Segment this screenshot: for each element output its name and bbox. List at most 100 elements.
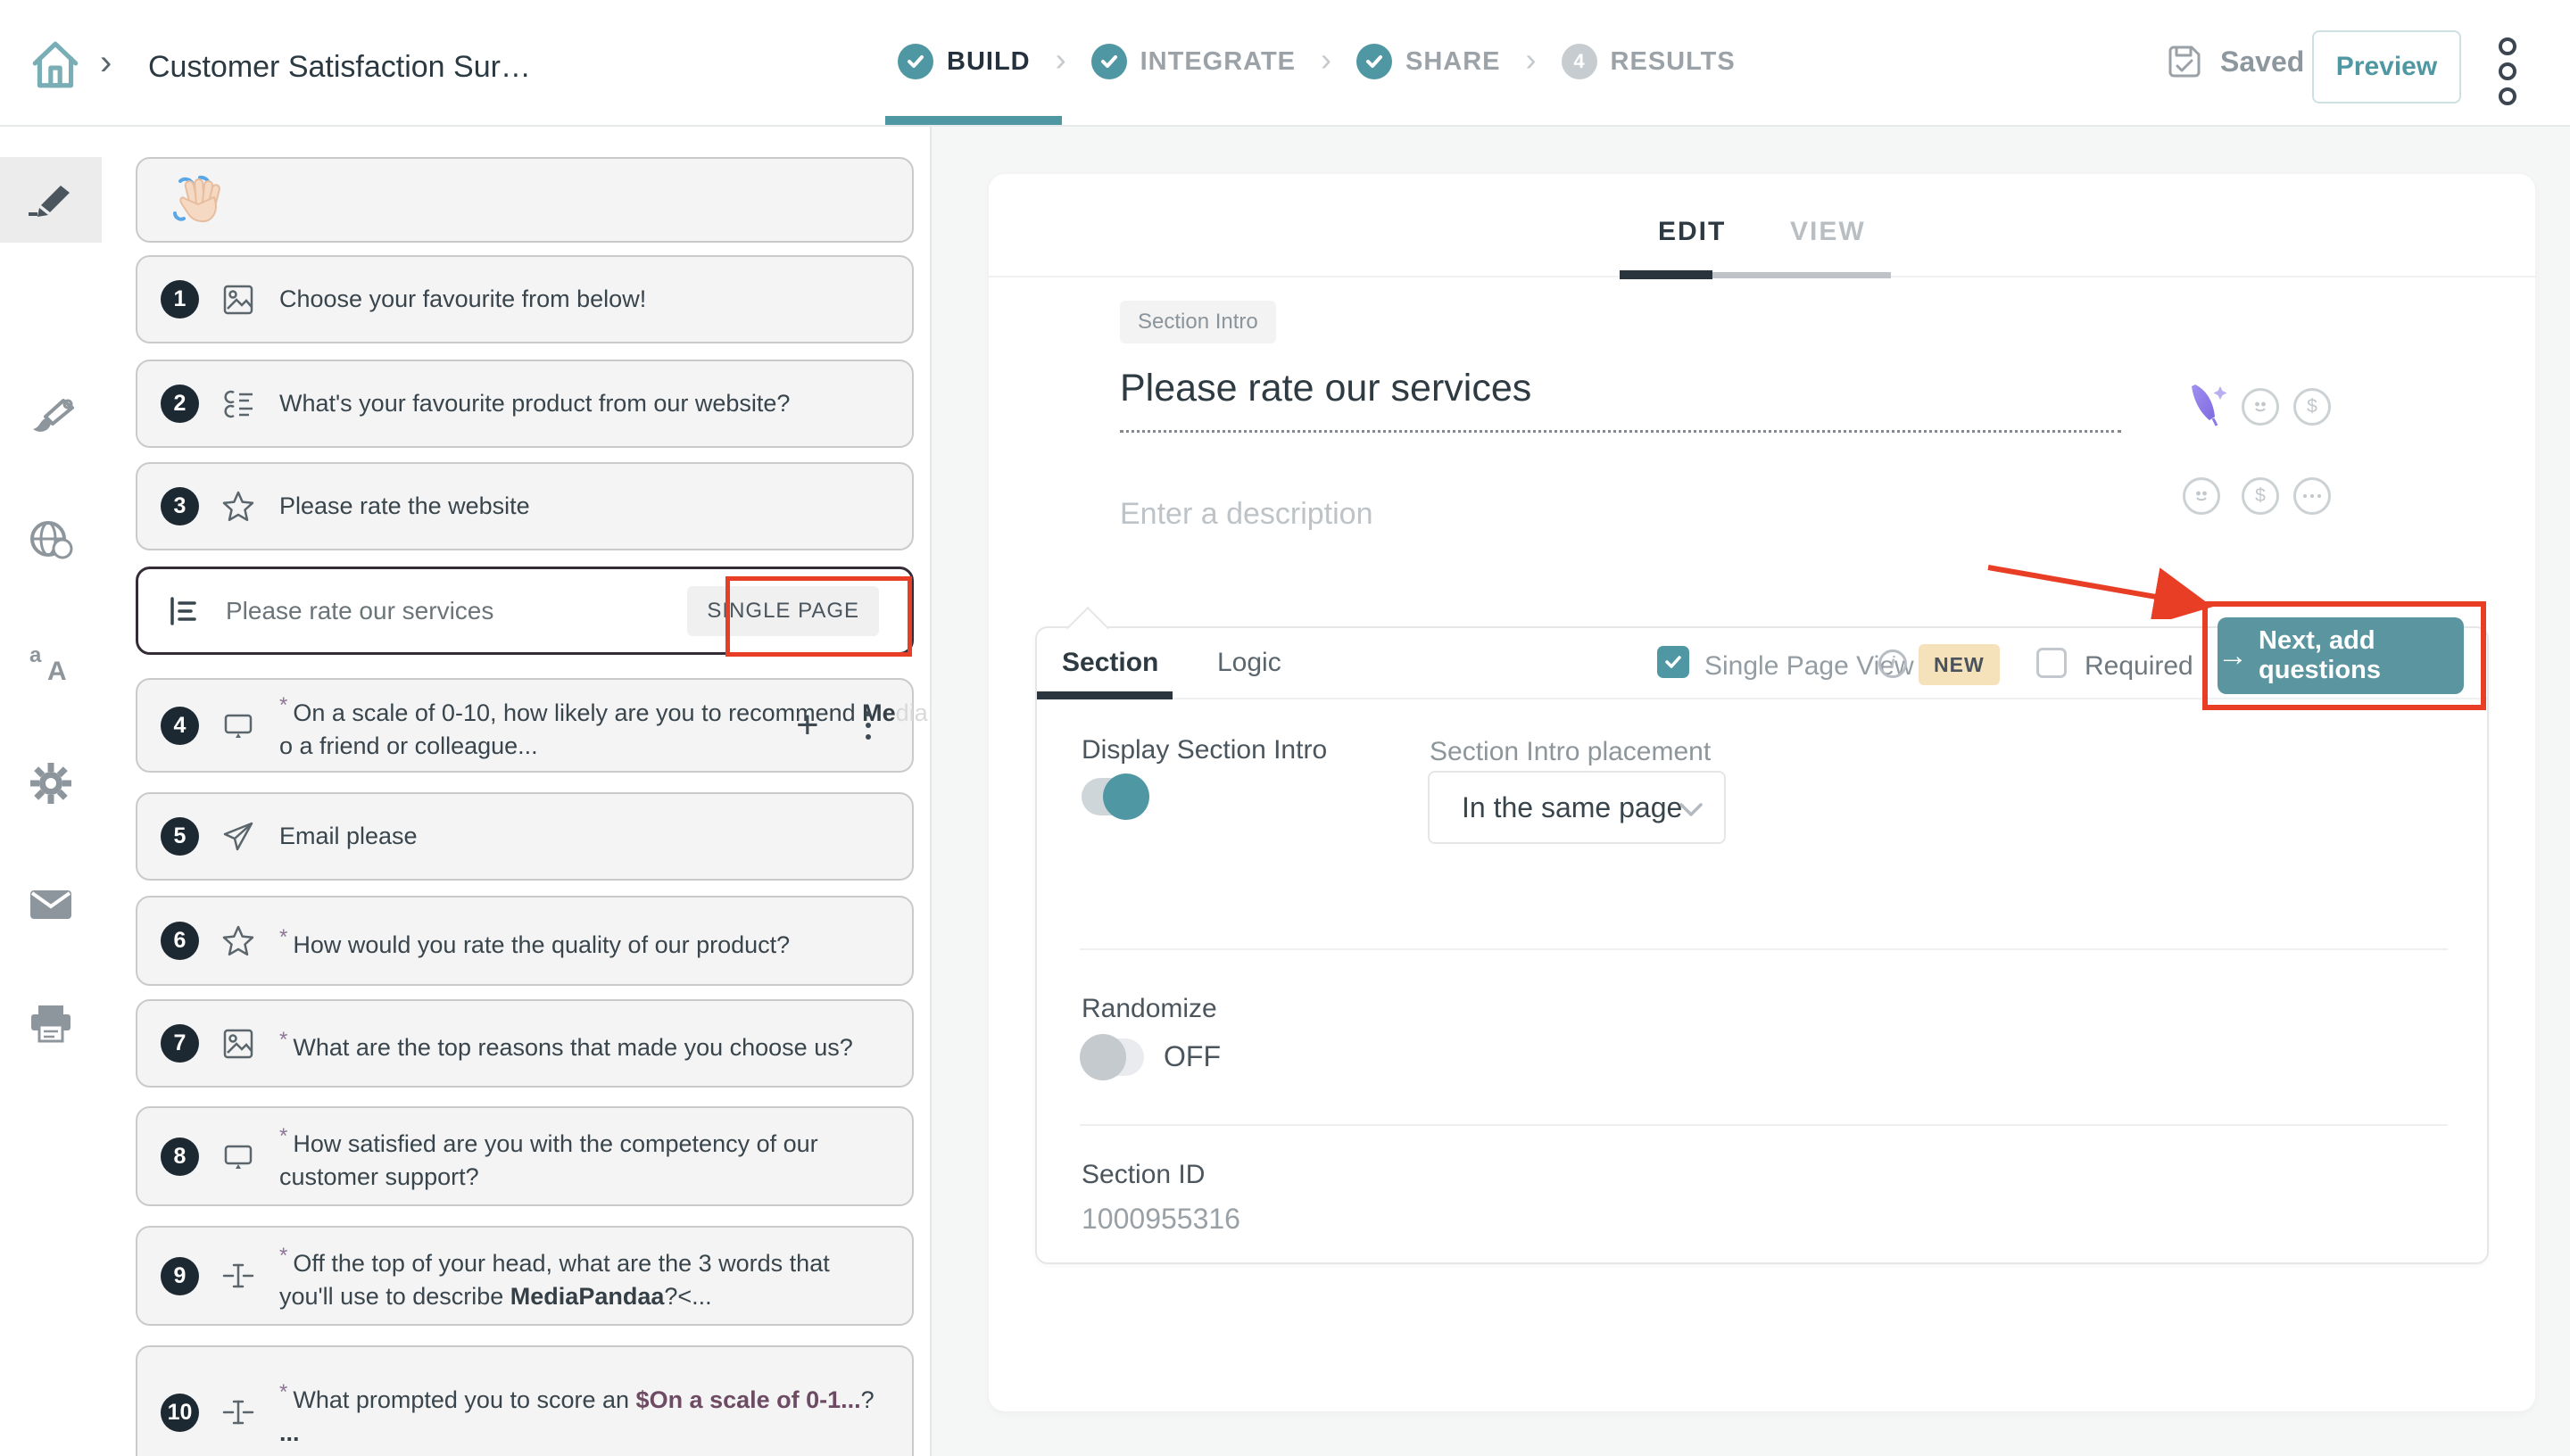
save-status: Saved [2165,0,2304,123]
rail-item-build[interactable] [0,157,102,243]
rail-item-translate[interactable]: a A [0,621,102,707]
required-label[interactable]: Required [2085,651,2193,682]
chevron-down-icon [1679,803,1703,817]
description-placeholder[interactable]: Enter a description [1120,497,1373,532]
home-icon[interactable] [28,37,83,93]
welcome-card[interactable] [136,157,914,243]
rail-item-settings[interactable] [0,740,102,826]
question-text: Choose your favourite from below! [279,283,678,316]
question-card[interactable]: 6 How would you rate the quality of our … [136,896,914,986]
question-number-badge: 7 [161,1024,199,1063]
text-input-icon [219,1393,258,1432]
question-card[interactable]: 10 What prompted you to score an $On a s… [136,1345,914,1456]
question-kebab-icon[interactable] [866,711,871,740]
next-add-questions-button[interactable]: → Next, add questions [2218,617,2464,694]
question-card[interactable]: 7 What are the top reasons that made you… [136,999,914,1088]
tab-view[interactable]: VIEW [1790,217,1866,247]
view-tab-underline [1712,272,1891,278]
tab-edit[interactable]: EDIT [1658,217,1726,247]
rail-item-email[interactable] [0,862,102,947]
waving-hand-emoji-icon [168,172,227,228]
rail-item-design[interactable] [0,377,102,463]
emoji-smiley-icon[interactable] [2183,477,2220,515]
rail-item-language[interactable] [0,497,102,583]
variable-dollar-icon[interactable]: $ [2293,388,2331,426]
question-text: What prompted you to score an $On a scal… [279,1376,907,1450]
section-intro-tag: Section Intro [1120,301,1276,343]
svg-text:A: A [47,657,67,683]
add-question-plus-icon[interactable]: + [796,706,819,745]
info-icon[interactable]: i [1878,649,1907,678]
multiple-choice-icon [219,385,258,424]
section-title-input[interactable]: Please rate our services [1120,367,1531,410]
question-number-badge: 4 [161,707,199,745]
question-number-badge: 8 [161,1138,199,1176]
step-results[interactable]: 4 RESULTS [1562,44,1736,79]
tool-rail: a A [0,125,102,1456]
randomize-toggle[interactable] [1082,1038,1144,1076]
single-page-view-checkbox[interactable] [1657,646,1689,678]
placement-value: In the same page [1462,791,1682,824]
new-badge: NEW [1919,644,2000,685]
question-text: On a scale of 0-10, how likely are you t… [279,689,932,763]
globe-language-icon [27,519,75,560]
required-checkbox[interactable] [2036,648,2067,678]
section-item-selected[interactable]: Please rate our services SINGLE PAGE [136,567,914,655]
variable-dollar-icon[interactable]: $ [2242,477,2279,515]
question-card[interactable]: 3 Please rate the website [136,462,914,550]
placement-dropdown[interactable]: In the same page [1428,771,1726,844]
save-icon [2165,42,2204,81]
emoji-smiley-icon[interactable] [2242,388,2279,426]
question-number-badge: 10 [161,1394,199,1432]
section-tab-underline [1037,691,1173,699]
question-number-badge: 6 [161,922,199,960]
section-editor-card: EDIT VIEW Section Intro Please rate our … [989,174,2535,1411]
ai-quill-icon[interactable] [2183,377,2229,427]
panel-divider [1080,948,2448,950]
question-text: Please rate the website [279,490,562,523]
step-separator-icon: › [1321,41,1331,79]
question-number-badge: 3 [161,487,199,525]
question-number-badge: 9 [161,1257,199,1295]
question-card[interactable]: 2 What's your favourite product from our… [136,360,914,448]
question-text: Off the top of your head, what are the 3… [279,1239,912,1313]
question-number-badge: 1 [161,280,199,318]
opinion-scale-icon [219,1137,258,1176]
tab-section[interactable]: Section [1062,648,1158,678]
question-text: What are the top reasons that made you c… [279,1023,885,1064]
step-build[interactable]: BUILD [898,44,1031,79]
step-share[interactable]: SHARE [1356,44,1501,79]
step-integrate[interactable]: INTEGRATE [1091,44,1296,79]
rail-item-print[interactable] [0,981,102,1067]
step-number-circle: 4 [1562,44,1597,79]
question-text: How would you rate the quality of our pr… [279,921,822,962]
opinion-scale-icon [219,706,258,745]
randomize-label: Randomize [1082,994,1217,1024]
section-settings-panel: Section Logic Single Page View i NEW Req… [1035,626,2489,1264]
display-section-intro-toggle[interactable] [1082,778,1144,815]
preview-button[interactable]: Preview [2312,30,2461,103]
question-card[interactable]: 9 Off the top of your head, what are the… [136,1226,914,1326]
question-card[interactable]: 5 Email please [136,792,914,881]
question-card-hovered[interactable]: 4 On a scale of 0-10, how likely are you… [136,678,914,773]
active-step-underline [885,116,1062,125]
question-card[interactable]: 8 How satisfied are you with the compete… [136,1106,914,1206]
picture-choice-icon [219,280,258,319]
single-page-badge: SINGLE PAGE [687,586,879,636]
step-separator-icon: › [1056,41,1066,79]
question-list: 1 Choose your favourite from below! 2 Wh… [102,125,932,1456]
rating-star-icon [219,487,258,526]
question-text: How satisfied are you with the competenc… [279,1120,912,1194]
send-plane-icon [219,817,258,856]
edit-tab-underline [1620,270,1712,279]
tab-logic[interactable]: Logic [1217,648,1281,678]
survey-builder-app: › Customer Satisfaction Sur… BUILD › INT… [0,0,2570,1456]
more-options-ellipsis-icon[interactable] [2293,477,2331,515]
question-number-badge: 5 [161,817,199,856]
breadcrumb[interactable]: Customer Satisfaction Sur… [148,50,531,85]
check-icon [1091,44,1127,79]
step-separator-icon: › [1526,41,1537,79]
question-card[interactable]: 1 Choose your favourite from below! [136,255,914,343]
design-brush-icon [28,399,74,442]
more-options-kebab-icon[interactable] [2499,37,2516,105]
